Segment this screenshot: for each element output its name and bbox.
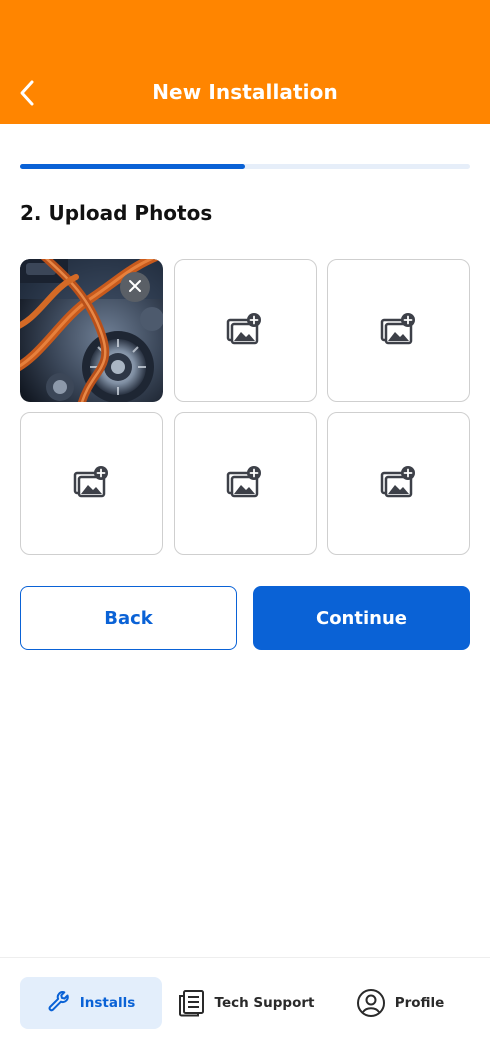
photo-slot-empty[interactable] — [327, 412, 470, 555]
photo-grid — [20, 259, 470, 555]
photo-slot-empty[interactable] — [173, 259, 317, 402]
bottom-navigation: Installs Tech Support Profile — [0, 957, 490, 1062]
add-photo-icon — [380, 465, 418, 502]
photo-slot-uploaded[interactable] — [20, 259, 163, 402]
app-screen: New Installation 2. Upload Photos Back C… — [0, 0, 490, 1062]
photo-slot-empty[interactable] — [327, 259, 470, 402]
nav-item-profile[interactable]: Profile — [348, 977, 452, 1029]
step-progress-bar — [20, 164, 470, 169]
add-photo-icon — [226, 465, 264, 502]
nav-item-installs[interactable]: Installs — [20, 977, 162, 1029]
page-title: New Installation — [152, 80, 338, 104]
back-button[interactable]: Back — [20, 586, 237, 650]
add-photo-icon — [73, 465, 111, 502]
nav-item-tech-support[interactable]: Tech Support — [172, 977, 318, 1029]
user-circle-icon — [356, 988, 386, 1018]
continue-button[interactable]: Continue — [253, 586, 470, 650]
section-title: 2. Upload Photos — [20, 201, 213, 225]
add-photo-icon — [226, 312, 264, 349]
document-list-icon — [176, 988, 206, 1018]
close-icon — [128, 278, 142, 297]
photo-slot-empty[interactable] — [20, 412, 163, 555]
nav-item-label: Tech Support — [214, 995, 315, 1011]
nav-item-label: Profile — [394, 995, 445, 1011]
step-progress-fill — [20, 164, 245, 169]
remove-photo-button[interactable] — [120, 272, 150, 302]
action-buttons: Back Continue — [20, 586, 470, 650]
photo-slot-empty[interactable] — [173, 412, 317, 555]
add-photo-icon — [380, 312, 418, 349]
nav-item-label: Installs — [79, 995, 136, 1011]
app-header: New Installation — [0, 0, 490, 124]
wrench-icon — [47, 991, 71, 1015]
